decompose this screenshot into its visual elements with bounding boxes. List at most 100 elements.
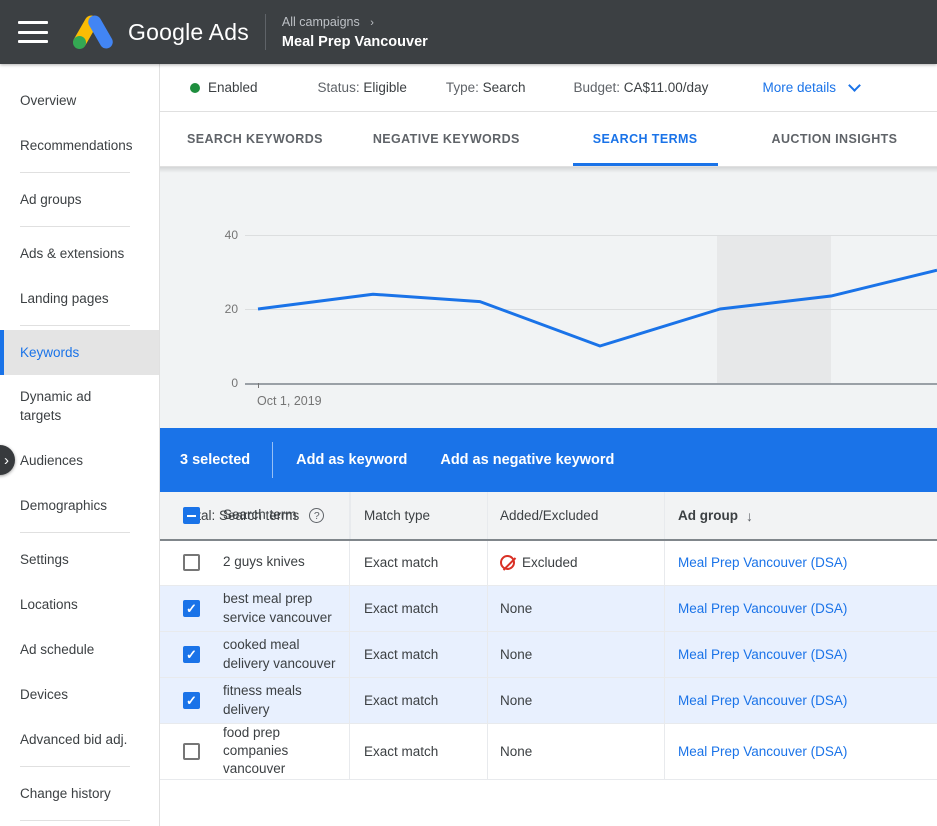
column-header-added-excluded[interactable]: Added/Excluded [500,508,598,523]
ad-group-link[interactable]: Meal Prep Vancouver (DSA) [678,555,847,570]
sidebar-divider [0,222,159,231]
sidebar-item-ads-extensions[interactable]: Ads & extensions [0,231,159,276]
type-value: Search [482,80,526,95]
added-excluded-cell: Excluded [522,555,578,570]
sidebar-nav: Overview Recommendations Ad groups Ads & ex… [0,64,160,826]
campaign-status-bar: Enabled Status: Eligible Type: Search Bu… [160,64,937,112]
more-details-label: More details [762,80,836,95]
added-excluded-cell: None [500,601,533,616]
budget-field: Budget: CA$11.00/day [573,80,708,95]
breadcrumb-caret-icon: › [370,17,374,30]
sidebar-item-audiences[interactable]: Audiences [0,438,159,483]
search-terms-table: Search term Match type Added/Excluded Ad… [160,492,937,826]
add-as-keyword-button[interactable]: Add as keyword [296,452,407,468]
enabled-label[interactable]: Enabled [208,80,258,95]
select-all-checkbox[interactable] [183,507,200,524]
google-ads-logo-icon [70,13,116,51]
sidebar-item-settings[interactable]: Settings [0,537,159,582]
action-bar-divider [272,442,274,478]
match-type-cell: Exact match [364,743,439,759]
type-field: Type: Search [446,80,526,95]
main-content: Enabled Status: Eligible Type: Search Bu… [160,64,937,826]
match-type-cell: Exact match [364,647,439,662]
ad-group-link[interactable]: Meal Prep Vancouver (DSA) [678,744,847,759]
chart-line-svg [257,268,937,348]
sidebar-divider [0,528,159,537]
search-term-cell: fitness meals delivery [223,683,302,717]
sidebar-divider [0,168,159,177]
budget-value: CA$11.00/day [623,80,709,95]
added-excluded-cell: None [500,743,533,759]
table-row: ✓ best meal prep service vancouver Exact m… [160,586,937,632]
sidebar-item-locations[interactable]: Locations [0,582,159,627]
breadcrumb-all-campaigns[interactable]: All campaigns [282,15,360,29]
sidebar-divider [0,321,159,330]
column-header-match-type[interactable]: Match type [364,508,430,523]
sidebar-item-landing-pages[interactable]: Landing pages [0,276,159,321]
menu-icon[interactable] [18,21,48,43]
search-term-cell: best meal prep service vancouver [223,591,332,625]
clicks-series-line [257,268,937,348]
search-term-cell: food prep companies vancouver [223,725,289,777]
sidebar-item-keywords[interactable]: Keywords [0,330,159,375]
campaign-title: Meal Prep Vancouver [281,34,428,51]
sidebar-item-dynamic-ad-targets[interactable]: Dynamic ad targets [0,375,159,438]
brand-name: Google Ads [128,18,249,45]
row-checkbox[interactable]: ✓ [183,692,200,709]
table-row: ✓ fitness meals delivery Exact match None Me… [160,678,937,724]
match-type-cell: Exact match [364,555,439,570]
match-type-cell: Exact match [364,693,439,708]
enabled-status-dot-icon [190,82,200,93]
more-details-button[interactable]: More details [762,79,861,95]
tab-negative-keywords[interactable]: NEGATIVE KEYWORDS [353,112,540,166]
added-excluded-cell: None [500,693,533,708]
sidebar-item-change-history[interactable]: Change history [0,771,159,816]
column-header-search-term[interactable]: Search term [223,506,297,524]
selected-count: 3 selected [180,452,251,468]
added-excluded-cell: None [500,647,533,662]
tab-search-keywords[interactable]: SEARCH KEYWORDS [167,112,343,166]
status-value: Eligible [363,80,407,95]
chevron-down-icon [848,79,861,92]
sidebar-item-devices[interactable]: Devices [0,672,159,717]
excluded-icon [500,555,515,570]
sidebar-divider [0,762,159,771]
row-checkbox[interactable]: ✓ [183,646,200,663]
table-header-row: Search term Match type Added/Excluded Ad… [160,492,937,541]
sidebar-item-ad-schedule[interactable]: Ad schedule [0,627,159,672]
type-key: Type: [445,80,479,95]
tab-bar: SEARCH KEYWORDS NEGATIVE KEYWORDS SEARCH T… [160,112,937,167]
ad-group-link[interactable]: Meal Prep Vancouver (DSA) [678,693,847,708]
header-divider [264,14,266,50]
sidebar-item-advanced-bid-adj-[interactable]: Advanced bid adj. [0,717,159,762]
ad-group-link[interactable]: Meal Prep Vancouver (DSA) [678,601,847,616]
sidebar-item-ad-groups[interactable]: Ad groups [0,177,159,222]
table-row: food prep companies vancouver Exact match… [160,724,937,780]
budget-key: Budget: [573,80,620,95]
row-checkbox[interactable]: ✓ [183,600,200,617]
status-key: Status: [317,80,360,95]
column-header-ad-group[interactable]: Ad group [678,508,738,523]
sidebar-item-overview[interactable]: Overview [0,78,159,123]
performance-chart: 40 20 0 Oct 1, 2019 [160,167,937,428]
breadcrumb: All campaigns › Meal Prep Vancouver [282,11,428,52]
selection-action-bar: 3 selected Add as keyword Add as negativ… [160,428,937,492]
row-checkbox[interactable] [183,742,200,760]
app-header: Google Ads All campaigns › Meal Prep Van… [0,0,937,64]
table-row: 2 guys knives Exact match Excluded Meal Pre… [160,540,937,586]
row-checkbox[interactable] [183,554,200,571]
match-type-cell: Exact match [364,601,439,616]
search-term-cell: 2 guys knives [223,554,305,570]
table-row: ✓ cooked meal delivery vancouver Exact mat… [160,632,937,678]
tab-auction-insights[interactable]: AUCTION INSIGHTS [752,112,918,166]
sidebar-item-recommendations[interactable]: Recommendations [0,123,159,168]
add-as-negative-keyword-button[interactable]: Add as negative keyword [440,452,614,468]
sort-descending-icon[interactable]: ↓ [746,508,753,524]
sidebar-item-demographics[interactable]: Demographics [0,483,159,528]
sidebar-divider [0,816,159,825]
search-term-cell: cooked meal delivery vancouver [223,637,336,671]
chevron-right-icon: › [4,451,9,469]
ad-group-link[interactable]: Meal Prep Vancouver (DSA) [678,647,847,662]
tab-search-terms[interactable]: SEARCH TERMS [572,112,718,166]
status-field: Status: Eligible [318,80,407,95]
